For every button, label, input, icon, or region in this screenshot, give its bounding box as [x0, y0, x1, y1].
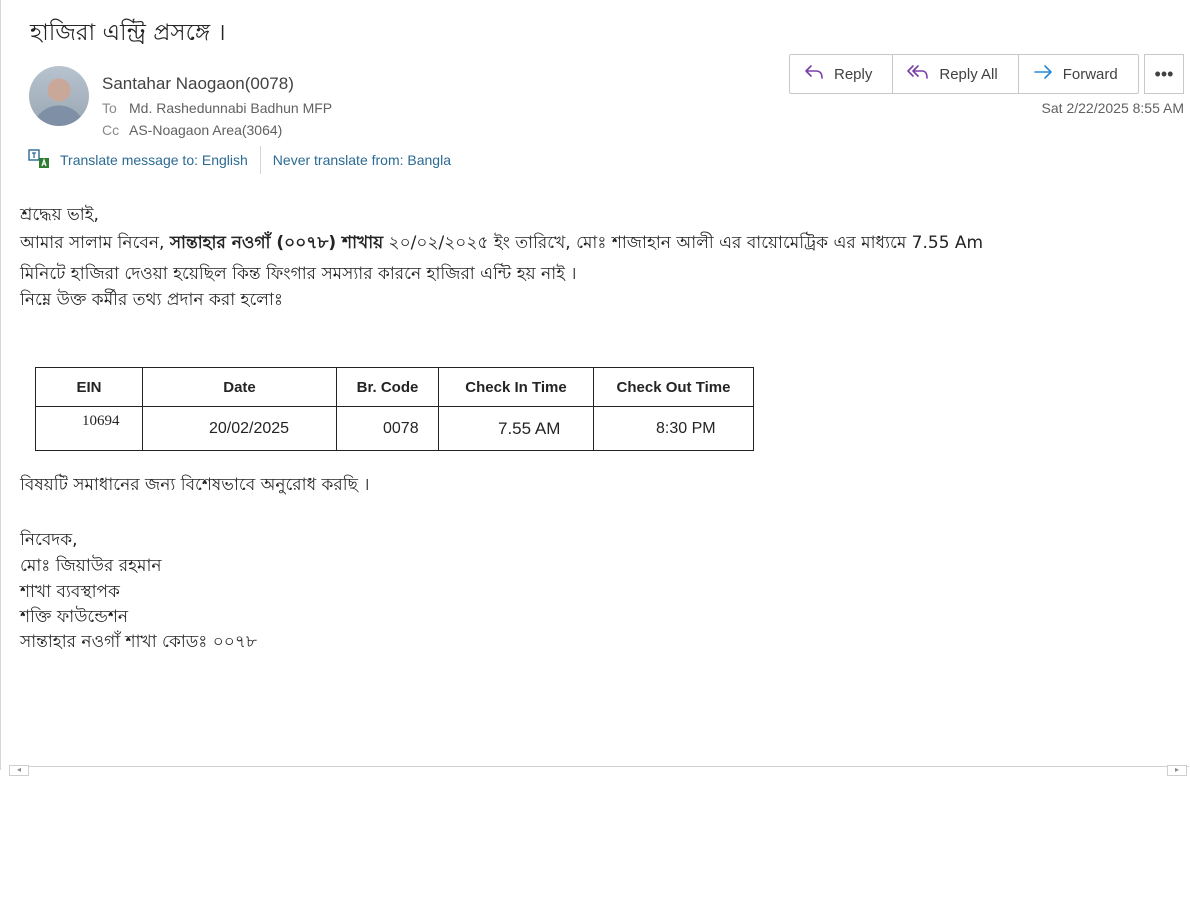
header-check-out: Check Out Time [593, 367, 754, 407]
signature-line-2: মোঃ জিয়াউর রহমান [20, 556, 162, 576]
header-br-code: Br. Code [336, 367, 439, 407]
cell-ein: 10694 [35, 406, 143, 451]
body-line-1-end: ২০/০২/২০২৫ ইং তারিখে, মোঃ শাজাহান আলী এর… [383, 233, 984, 253]
more-actions-button[interactable]: ••• [1144, 54, 1184, 94]
translate-divider [259, 146, 261, 174]
to-recipient[interactable]: Md. Rashedunnabi Badhun MFP [129, 100, 332, 116]
signature-line-4: শক্তি ফাউন্ডেশন [20, 607, 129, 627]
translate-message-link[interactable]: Translate message to: English [60, 152, 248, 168]
cell-check-in: 7.55 AM [438, 406, 594, 451]
email-subject: হাজিরা এন্ট্রি প্রসঙ্গে । [30, 20, 226, 46]
to-row: To Md. Rashedunnabi Badhun MFP [102, 100, 332, 116]
cell-check-out: 8:30 PM [593, 406, 754, 451]
table-row: 10694 20/02/2025 0078 7.55 AM 8:30 PM [35, 406, 754, 451]
body-line-1: আমার সালাম নিবেন, সান্তাহার নওগাঁ (০০৭৮)… [20, 230, 983, 258]
reply-icon [804, 64, 824, 84]
signature-line-3: শাখা ব্যবস্থাপক [20, 582, 120, 602]
never-translate-link[interactable]: Never translate from: Bangla [273, 152, 451, 168]
translate-icon [28, 148, 50, 173]
reply-all-label: Reply All [939, 65, 998, 83]
header-ein: EIN [35, 367, 143, 407]
reply-all-icon [907, 64, 929, 84]
to-label: To [102, 100, 117, 116]
translate-bar: Translate message to: English Never tran… [28, 146, 451, 174]
table-header-row: EIN Date Br. Code Check In Time Check Ou… [35, 367, 754, 407]
reply-label: Reply [834, 65, 873, 83]
sender-name[interactable]: Santahar Naogaon(0078) [102, 74, 294, 94]
received-date: Sat 2/22/2025 8:55 AM [1041, 100, 1184, 116]
forward-button[interactable]: Forward [1019, 55, 1138, 93]
body-line-1-start: আমার সালাম নিবেন, [20, 233, 170, 253]
cc-recipient[interactable]: AS-Noagaon Area(3064) [129, 122, 282, 138]
body-line-2: মিনিটে হাজিরা দেওয়া হয়েছিল কিন্ত ফিংগা… [20, 264, 577, 284]
more-icon: ••• [1154, 63, 1174, 84]
cc-row: Cc AS-Noagaon Area(3064) [102, 122, 282, 138]
forward-label: Forward [1062, 65, 1118, 83]
greeting: শ্রদ্ধেয় ভাই, [20, 205, 99, 225]
signature-line-5: সান্তাহার নওগাঁ শাখা কোডঃ ০০৭৮ [20, 632, 257, 652]
cell-date: 20/02/2025 [142, 406, 337, 451]
body-line-3: নিম্নে উক্ত কর্মীর তথ্য প্রদান করা হলোঃ [20, 290, 283, 310]
signature-line-1: নিবেদক, [20, 530, 78, 550]
scroll-right-icon[interactable]: ▸ [1167, 765, 1187, 776]
reply-all-button[interactable]: Reply All [893, 55, 1019, 93]
header-check-in: Check In Time [438, 367, 594, 407]
attendance-table: EIN Date Br. Code Check In Time Check Ou… [35, 367, 754, 451]
cell-br-code: 0078 [336, 406, 439, 451]
reading-pane-border [0, 0, 1, 770]
forward-icon [1033, 64, 1053, 84]
reply-actions-group: Reply Reply All Forward [789, 54, 1139, 94]
sender-avatar[interactable] [29, 66, 89, 126]
horizontal-scrollbar[interactable]: ◂ ▸ [9, 765, 1189, 776]
body-line-1-bold: সান্তাহার নওগাঁ (০০৭৮) শাখায় [169, 233, 384, 253]
reply-button[interactable]: Reply [790, 55, 894, 93]
cc-label: Cc [102, 122, 120, 138]
request-line: বিষয়টি সমাধানের জন্য বিশেষভাবে অনুরোধ ক… [20, 475, 370, 495]
scroll-left-icon[interactable]: ◂ [9, 765, 29, 776]
header-date: Date [142, 367, 337, 407]
